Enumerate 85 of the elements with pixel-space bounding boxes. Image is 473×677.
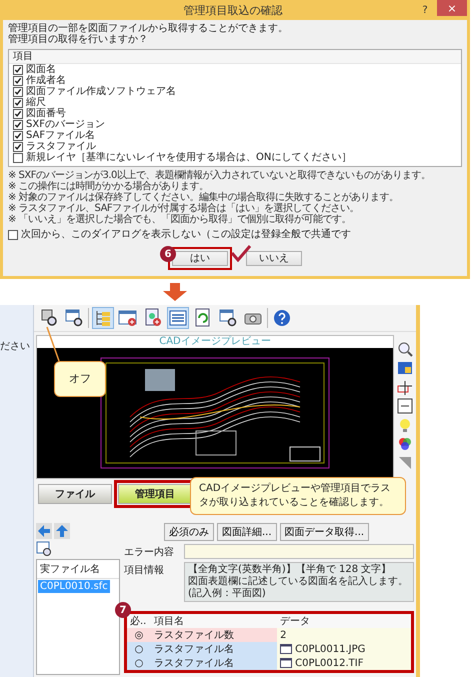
table-cell: ラスタファイル名	[151, 642, 278, 656]
magnifier-icon[interactable]	[397, 341, 413, 357]
item-label: 図面名	[26, 64, 56, 75]
document-plus-icon	[143, 308, 163, 328]
monitor-magnifier-icon	[39, 308, 59, 328]
table-cell: C0PL0011.JPG	[295, 644, 366, 654]
dialog-title: 管理項目取込の確認	[182, 2, 284, 18]
panel-text: ださい	[0, 340, 31, 353]
toolbar-button[interactable]	[92, 307, 114, 329]
panel-title: CADイメージプレビュー	[158, 336, 272, 348]
error-field[interactable]	[184, 544, 414, 559]
action-button[interactable]: 図面詳細...	[217, 523, 277, 541]
message-text: 管理項目の一部を図面ファイルから取得することができます。	[8, 23, 289, 34]
table-row[interactable]: ◎ ラスタファイル数 2	[127, 628, 411, 642]
item-label: ラスタファイル	[26, 141, 96, 152]
step-number-badge: 6	[160, 246, 176, 262]
action-button[interactable]: 図面データ取得...	[280, 523, 370, 541]
callout: オフ	[54, 361, 106, 397]
window-icon[interactable]	[397, 360, 413, 376]
column-header: 実ファイル名	[37, 560, 119, 579]
crosshair-icon[interactable]	[397, 379, 413, 395]
window-magnifier-icon	[218, 308, 238, 328]
checkbox[interactable]	[13, 130, 23, 140]
table-row[interactable]: ○ ラスタファイル名 C0PL0011.JPG	[127, 642, 411, 656]
item-label: 縮尺	[26, 97, 46, 108]
table-row[interactable]: ○ ラスタファイル名 C0PL0012.TIF	[127, 656, 411, 670]
window-icon	[280, 644, 292, 654]
table-cell: ◎	[127, 628, 151, 642]
color-circles-icon[interactable]	[397, 436, 413, 452]
table-cell: ○	[127, 656, 151, 670]
close-button[interactable]: ×	[437, 0, 467, 16]
toolbar-button[interactable]	[217, 307, 239, 329]
item-label: 図面ファイル作成ソフトウェア名	[26, 86, 176, 97]
toolbar-button[interactable]	[271, 307, 293, 329]
help-icon	[272, 308, 292, 328]
toolbar-button[interactable]	[167, 307, 189, 329]
checkbox[interactable]	[13, 152, 23, 162]
note-text: ※ 「いいえ」を選択した場合でも、「図面から取得」で個別に取得が可能です。	[8, 214, 352, 225]
checkbox[interactable]	[13, 98, 23, 108]
toolbar-button[interactable]	[63, 307, 85, 329]
field-label: エラー内容	[124, 546, 175, 559]
field-label: 項目情報	[124, 564, 165, 577]
note-text: ※ 対象のファイルは保存終了してください。編集中の場合取得に失敗することがあります。	[8, 192, 400, 203]
window-magnifier-icon[interactable]	[36, 541, 52, 557]
message-text: 管理項目の取得を行いますか？	[8, 34, 149, 45]
window-magnifier-icon	[64, 308, 84, 328]
note-text: ※ ラスタファイル、SAFファイルが付属する場合は「はい」を選択してください。	[8, 203, 360, 214]
table-cell: ○	[127, 642, 151, 656]
item-label: 図面番号	[26, 108, 66, 119]
list-icon	[168, 308, 188, 328]
column-header: 必..	[127, 614, 151, 628]
table-cell: C0PL0012.TIF	[295, 658, 364, 668]
window-icon	[280, 658, 292, 668]
action-button[interactable]: 必須のみ	[164, 523, 214, 541]
column-header: データ	[277, 614, 411, 628]
callout: CADイメージプレビューや管理項目でラスタが取り込まれていることを確認します。	[190, 477, 406, 515]
info-text: 【全角文字(英数半角)】【半角で 128 文字】	[188, 564, 392, 576]
column-header: 項目名	[151, 614, 278, 628]
down-arrow-icon	[162, 283, 186, 301]
checkbox[interactable]	[13, 108, 23, 118]
help-button[interactable]: ?	[413, 4, 437, 16]
checkbox[interactable]	[13, 76, 23, 86]
item-label: 新規レイヤ［基準にないレイヤを使用する場合は、ONにしてください］	[26, 152, 352, 163]
table-cell: ラスタファイル数	[151, 628, 278, 642]
no-button[interactable]: いいえ	[246, 251, 302, 266]
leader-line	[46, 326, 60, 362]
checkbox[interactable]	[13, 142, 23, 152]
table-cell: 2	[280, 630, 286, 640]
tab[interactable]: ファイル	[38, 484, 112, 504]
item-label: 作成者名	[26, 75, 66, 86]
checkbox[interactable]	[13, 64, 23, 74]
note-text: ※ SXFのバージョンが3.0以上で、表題欄情報が入力されていないと取得できないものがあります。	[8, 170, 432, 181]
note-text: ※ この操作には時間がかかる場合があります。	[8, 181, 210, 192]
checkbox[interactable]	[8, 230, 18, 240]
table-cell: ラスタファイル名	[151, 656, 278, 670]
checkbox-label: 次回から、このダイアログを表示しない（この設定は登録全般で共通です	[21, 229, 351, 240]
frame-icon[interactable]	[397, 398, 413, 414]
checkbox[interactable]	[13, 120, 23, 130]
window-plus-icon	[118, 308, 138, 328]
check-mark-icon	[230, 244, 252, 262]
info-text: 図面表題欄に記述している図面名を記入します。(記入例：平面図)	[188, 576, 409, 600]
column-header: 項目	[9, 50, 461, 64]
item-label: SXFのバージョン	[26, 119, 105, 130]
item-label: SAFファイル名	[26, 130, 96, 141]
checkbox[interactable]	[13, 86, 23, 96]
